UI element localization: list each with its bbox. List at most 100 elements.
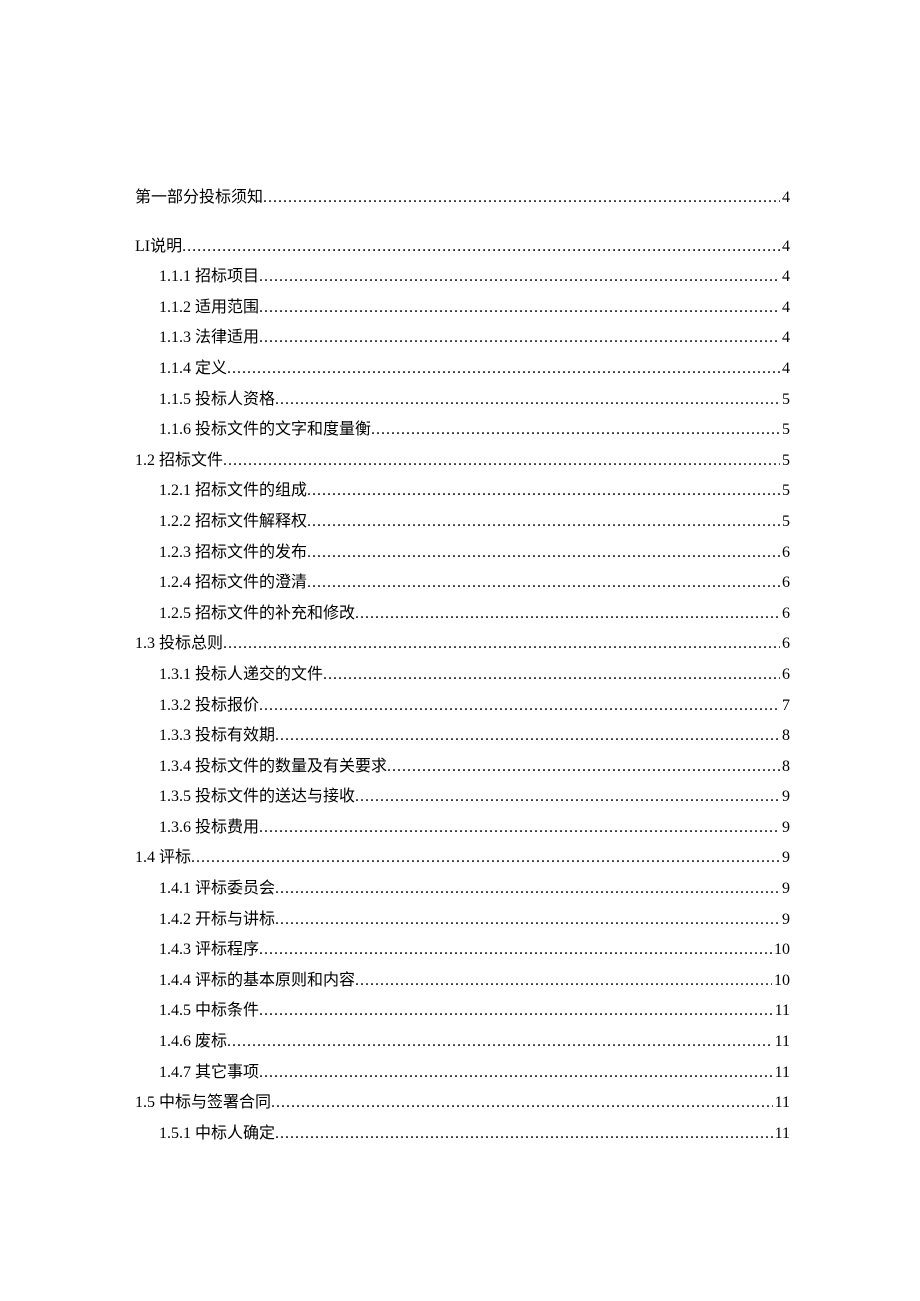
toc-entry: 1.1.2 适用范围 4 (135, 300, 790, 316)
toc-leader-dots (259, 698, 780, 714)
toc-leader-dots (191, 850, 780, 866)
toc-page-number: 8 (780, 759, 790, 775)
toc-page-number: 11 (773, 1003, 790, 1019)
toc-entry: 1.3.3 投标有效期 8 (135, 728, 790, 744)
toc-leader-dots (259, 1065, 773, 1081)
toc-leader-dots (355, 973, 772, 989)
toc-title: 1.1.3 法律适用 (159, 330, 259, 346)
toc-title: 1.1.4 定义 (159, 361, 227, 377)
toc-page-number: 10 (772, 973, 790, 989)
table-of-contents: 第一部分投标须知4LI说明41.1.1 招标项目41.1.2 适用范围41.1.… (135, 190, 790, 1142)
toc-page-number: 6 (780, 575, 790, 591)
toc-page-number: 9 (780, 912, 790, 928)
toc-entry: 1.5 中标与签署合同11 (135, 1095, 790, 1111)
toc-title: 1.3 投标总则 (135, 636, 223, 652)
toc-page-number: 9 (780, 881, 790, 897)
toc-title: 1.4.6 废标 (159, 1034, 227, 1050)
toc-leader-dots (307, 483, 780, 499)
toc-page-number: 4 (780, 330, 790, 346)
toc-page-number: 6 (780, 545, 790, 561)
toc-entry: 1.4.1 评标委员会 9 (135, 881, 790, 897)
toc-title: 1.2.2 招标文件解释权 (159, 514, 307, 530)
toc-leader-dots (323, 667, 780, 683)
toc-leader-dots (307, 514, 780, 530)
toc-leader-dots (259, 1003, 773, 1019)
toc-title: 1.2.3 招标文件的发布 (159, 545, 307, 561)
toc-title: 1.1.6 投标文件的文字和度量衡 (159, 422, 371, 438)
toc-title: 1.3.3 投标有效期 (159, 728, 275, 744)
toc-page-number: 4 (780, 361, 790, 377)
toc-leader-dots (259, 300, 780, 316)
toc-title: 1.3.6 投标费用 (159, 820, 259, 836)
toc-leader-dots (259, 269, 780, 285)
toc-leader-dots (307, 575, 780, 591)
toc-leader-dots (307, 545, 780, 561)
toc-leader-dots (227, 361, 780, 377)
toc-leader-dots (259, 820, 780, 836)
toc-leader-dots (275, 728, 780, 744)
toc-leader-dots (275, 1126, 773, 1142)
toc-page-number: 4 (780, 269, 790, 285)
toc-entry: 1.2.3 招标文件的发布 6 (135, 545, 790, 561)
toc-title: 1.4.3 评标程序 (159, 942, 259, 958)
toc-page-number: 4 (780, 300, 790, 316)
toc-leader-dots (355, 606, 780, 622)
toc-page-number: 9 (780, 789, 790, 805)
toc-entry: 1.1.1 招标项目 4 (135, 269, 790, 285)
toc-title: 1.4.1 评标委员会 (159, 881, 275, 897)
toc-page-number: 9 (780, 820, 790, 836)
toc-entry: 1.2.4 招标文件的澄清6 (135, 575, 790, 591)
toc-title: 1.4 评标 (135, 850, 191, 866)
toc-title: 1.4.7 其它事项 (159, 1065, 259, 1081)
toc-page-number: 4 (780, 239, 790, 255)
toc-leader-dots (387, 759, 780, 775)
toc-page-number: 8 (780, 728, 790, 744)
toc-leader-dots (223, 453, 780, 469)
toc-entry: 1.3.4 投标文件的数量及有关要求8 (135, 759, 790, 775)
toc-page-number: 7 (780, 698, 790, 714)
toc-title: 1.4.5 中标条件 (159, 1003, 259, 1019)
toc-entry: 1.3.2 投标报价 7 (135, 698, 790, 714)
toc-title: 1.4.2 开标与讲标 (159, 912, 275, 928)
toc-title: 1.5 中标与签署合同 (135, 1095, 271, 1111)
section-spacer (135, 221, 790, 239)
toc-leader-dots (263, 190, 780, 206)
toc-leader-dots (259, 330, 780, 346)
toc-entry: 1.4 评标9 (135, 850, 790, 866)
toc-page-number: 6 (780, 636, 790, 652)
toc-entry: 1.4.6 废标11 (135, 1034, 790, 1050)
toc-title: 1.1.2 适用范围 (159, 300, 259, 316)
toc-entry: 1.3.1 投标人递交的文件6 (135, 667, 790, 683)
toc-page-number: 5 (780, 514, 790, 530)
toc-title: 1.2 招标文件 (135, 453, 223, 469)
toc-page-number: 6 (780, 606, 790, 622)
toc-entry: 1.4.4 评标的基本原则和内容 10 (135, 973, 790, 989)
toc-leader-dots (182, 239, 780, 255)
toc-entry: 1.2.1 招标文件的组成 5 (135, 483, 790, 499)
toc-leader-dots (275, 392, 780, 408)
toc-page-number: 6 (780, 667, 790, 683)
toc-entry: 1.2.2 招标文件解释权 5 (135, 514, 790, 530)
toc-entry: 1.3 投标总则 6 (135, 636, 790, 652)
toc-page-number: 4 (780, 190, 790, 206)
toc-entry: 第一部分投标须知 4 (135, 190, 790, 206)
toc-entry: 1.1.6 投标文件的文字和度量衡5 (135, 422, 790, 438)
toc-page-number: 5 (780, 483, 790, 499)
toc-title: 1.1.1 招标项目 (159, 269, 259, 285)
toc-page-number: 5 (780, 392, 790, 408)
toc-entry: 1.1.3 法律适用 4 (135, 330, 790, 346)
toc-leader-dots (371, 422, 780, 438)
toc-leader-dots (355, 789, 780, 805)
toc-entry: 1.1.5 投标人资格5 (135, 392, 790, 408)
toc-title: 1.4.4 评标的基本原则和内容 (159, 973, 355, 989)
toc-title: 1.3.2 投标报价 (159, 698, 259, 714)
toc-title: 1.2.1 招标文件的组成 (159, 483, 307, 499)
toc-entry: 1.5.1 中标人确定11 (135, 1126, 790, 1142)
toc-title: 第一部分投标须知 (135, 190, 263, 206)
toc-entry: 1.4.2 开标与讲标 9 (135, 912, 790, 928)
toc-title: 1.3.5 投标文件的送达与接收 (159, 789, 355, 805)
toc-title: 1.5.1 中标人确定 (159, 1126, 275, 1142)
toc-leader-dots (223, 636, 780, 652)
toc-entry: 1.3.6 投标费用 9 (135, 820, 790, 836)
toc-leader-dots (259, 942, 772, 958)
